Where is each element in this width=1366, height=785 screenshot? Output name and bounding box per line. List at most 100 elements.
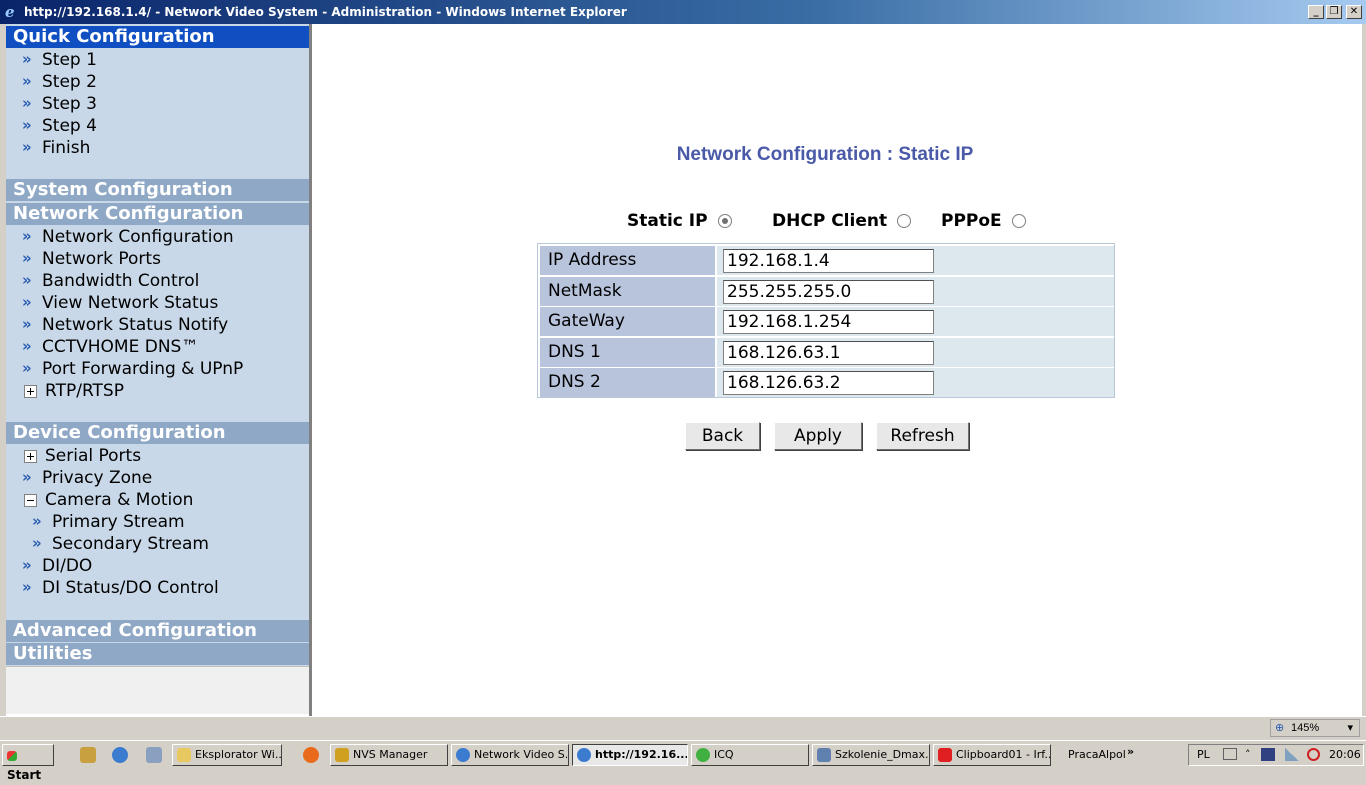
collapse-minus-icon[interactable]	[24, 493, 37, 507]
menu-item-di-do[interactable]: DI/DO	[22, 554, 92, 577]
close-button[interactable]: ✕	[1346, 5, 1362, 19]
left-navigation-menu: Quick Configuration Step 1 Step 2 Step 3…	[6, 24, 310, 714]
utilities-header[interactable]: Utilities	[6, 643, 310, 665]
menu-item-label: CCTVHOME DNS™	[42, 337, 199, 357]
chevron-up-icon[interactable]: ˄	[1245, 745, 1251, 765]
dhcp-client-label: DHCP Client	[772, 211, 888, 231]
menu-item-network-ports[interactable]: Network Ports	[22, 247, 161, 270]
menu-item-step-3[interactable]: Step 3	[22, 92, 97, 115]
menu-item-label: View Network Status	[42, 293, 219, 313]
menu-item-privacy-zone[interactable]: Privacy Zone	[22, 466, 152, 489]
expand-plus-icon[interactable]	[24, 384, 37, 398]
menu-item-primary-stream[interactable]: Primary Stream	[32, 510, 185, 533]
table-row: DNS 2 168.126.63.2	[539, 368, 1114, 397]
network-icon[interactable]	[146, 747, 162, 763]
gateway-input[interactable]: 192.168.1.254	[723, 310, 934, 334]
table-row: GateWay 192.168.1.254	[539, 307, 1114, 336]
volume-muted-icon[interactable]	[1307, 748, 1320, 761]
internet-explorer-icon: e	[5, 3, 15, 21]
start-button[interactable]: Start	[2, 744, 54, 782]
menu-item-label: Network Configuration	[42, 227, 234, 247]
network-configuration-header[interactable]: Network Configuration	[6, 203, 310, 225]
taskbar-item-explorer[interactable]: Eksplorator Wi...	[172, 744, 282, 766]
menu-item-secondary-stream[interactable]: Secondary Stream	[32, 532, 209, 555]
menu-item-port-forwarding[interactable]: Port Forwarding & UPnP	[22, 357, 243, 380]
static-ip-radio[interactable]	[717, 214, 732, 228]
restore-button[interactable]: ❐	[1326, 5, 1342, 19]
menu-item-network-configuration[interactable]: Network Configuration	[22, 225, 234, 248]
nvs-manager-icon	[335, 748, 349, 762]
system-configuration-header[interactable]: System Configuration	[6, 179, 310, 201]
double-arrow-icon	[22, 48, 36, 70]
monitor-icon[interactable]	[1261, 748, 1275, 761]
chevron-down-icon[interactable]: ▾	[1347, 720, 1353, 736]
page-title: Network Configuration : Static IP	[676, 144, 974, 165]
menu-item-label: Network Ports	[42, 249, 161, 269]
menu-item-serial-ports[interactable]: Serial Ports	[24, 445, 141, 467]
toolbar-chevron-icon[interactable]: »	[1127, 745, 1134, 758]
taskbar-item-nvs-manager[interactable]: NVS Manager	[330, 744, 448, 766]
taskbar-item-irfanview[interactable]: Clipboard01 - Irf...	[933, 744, 1051, 766]
menu-item-step-4[interactable]: Step 4	[22, 114, 97, 137]
static-ip-label: Static IP	[627, 211, 708, 231]
frame-divider[interactable]	[309, 24, 312, 716]
icq-flower-icon	[696, 748, 710, 762]
dns-2-label: DNS 2	[540, 368, 715, 397]
dns-1-input[interactable]: 168.126.63.1	[723, 341, 934, 365]
internet-explorer-icon[interactable]	[112, 747, 128, 763]
clock[interactable]: 20:06	[1329, 745, 1361, 765]
pppoe-radio[interactable]	[1011, 214, 1026, 228]
menu-item-step-2[interactable]: Step 2	[22, 70, 97, 93]
menu-item-cctvhome-dns[interactable]: CCTVHOME DNS™	[22, 335, 199, 358]
internet-explorer-icon	[456, 748, 470, 762]
menu-item-bandwidth-control[interactable]: Bandwidth Control	[22, 269, 199, 292]
window-title-bar[interactable]: e http://192.168.1.4/ - Network Video Sy…	[0, 0, 1366, 24]
menu-item-camera-motion[interactable]: Camera & Motion	[24, 489, 193, 511]
device-configuration-header[interactable]: Device Configuration	[6, 422, 310, 444]
apply-button[interactable]: Apply	[774, 422, 862, 450]
double-arrow-icon	[22, 247, 36, 269]
double-arrow-icon	[22, 554, 36, 576]
menu-item-view-network-status[interactable]: View Network Status	[22, 291, 219, 314]
zoom-control[interactable]: ⊕ 145% ▾	[1270, 719, 1360, 737]
mode-static-ip[interactable]: Static IP	[627, 211, 732, 231]
taskbar-item-network-video[interactable]: Network Video S...	[451, 744, 569, 766]
firefox-icon[interactable]	[303, 747, 319, 763]
expand-plus-icon[interactable]	[24, 449, 37, 463]
document-icon	[817, 748, 831, 762]
double-arrow-icon	[22, 335, 36, 357]
taskbar-item-szkolenie[interactable]: Szkolenie_Dmax...	[812, 744, 930, 766]
menu-item-label: Finish	[42, 138, 91, 158]
mode-pppoe[interactable]: PPPoE	[941, 211, 1026, 231]
dhcp-client-radio[interactable]	[897, 214, 912, 228]
network-settings-table: IP Address 192.168.1.4 NetMask 255.255.2…	[537, 243, 1115, 398]
netmask-input[interactable]: 255.255.255.0	[723, 280, 934, 304]
double-arrow-icon	[22, 313, 36, 335]
toolbar-label[interactable]: PracaAlpol	[1068, 748, 1126, 761]
ip-address-input[interactable]: 192.168.1.4	[723, 249, 934, 273]
language-indicator[interactable]: PL	[1197, 745, 1210, 765]
dns-2-input[interactable]: 168.126.63.2	[723, 371, 934, 395]
menu-item-step-1[interactable]: Step 1	[22, 48, 97, 71]
taskbar-item-ie-active[interactable]: http://192.16...	[572, 744, 688, 766]
advanced-configuration-header[interactable]: Advanced Configuration	[6, 620, 310, 642]
menu-item-label: Serial Ports	[45, 446, 142, 466]
menu-item-finish[interactable]: Finish	[22, 136, 91, 159]
quick-configuration-header[interactable]: Quick Configuration	[6, 26, 310, 48]
double-arrow-icon	[32, 532, 46, 554]
show-desktop-icon[interactable]	[80, 747, 96, 763]
menu-item-label: Camera & Motion	[45, 490, 194, 510]
taskbar-item-icq[interactable]: ICQ	[691, 744, 809, 766]
mode-dhcp-client[interactable]: DHCP Client	[772, 211, 912, 231]
table-row: IP Address 192.168.1.4	[539, 246, 1114, 275]
refresh-button[interactable]: Refresh	[876, 422, 969, 450]
double-arrow-icon	[22, 114, 36, 136]
minimize-button[interactable]: _	[1308, 5, 1324, 19]
menu-item-rtp-rtsp[interactable]: RTP/RTSP	[24, 380, 124, 402]
double-arrow-icon	[22, 291, 36, 313]
menu-item-network-status-notify[interactable]: Network Status Notify	[22, 313, 228, 336]
signal-strength-icon[interactable]	[1285, 748, 1299, 761]
menu-item-di-status-do-control[interactable]: DI Status/DO Control	[22, 576, 219, 599]
back-button[interactable]: Back	[685, 422, 760, 450]
keyboard-icon[interactable]	[1223, 748, 1237, 760]
